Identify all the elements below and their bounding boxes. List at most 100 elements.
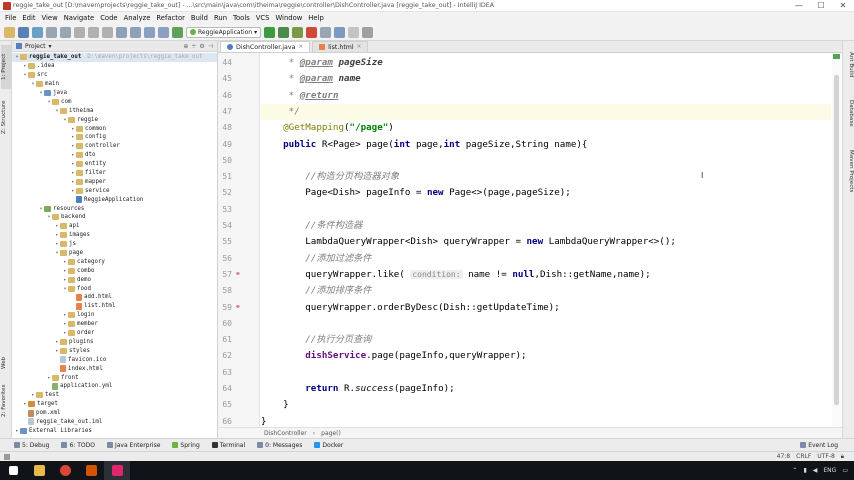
taskbar-explorer[interactable]	[26, 461, 52, 480]
tree-item[interactable]: ▸ target	[12, 400, 217, 409]
code-line[interactable]: //条件构造器	[261, 218, 831, 234]
code-line[interactable]: Page<Dish> pageInfo = new Page<>(page,pa…	[261, 185, 831, 201]
code-line[interactable]: LambdaQueryWrapper<Dish> queryWrapper = …	[261, 234, 831, 250]
code-line[interactable]: * @param name	[261, 71, 831, 87]
sync-icon[interactable]: ⊕	[183, 43, 188, 50]
tree-item[interactable]: ▸ js	[12, 240, 217, 249]
close-button[interactable]: ✕	[832, 1, 854, 10]
tree-item[interactable]: ▾ backend	[12, 213, 217, 222]
taskbar-app[interactable]	[78, 461, 104, 480]
copy-icon[interactable]	[88, 26, 99, 38]
close-tab-icon[interactable]: ✕	[298, 44, 303, 50]
tab-ant-build[interactable]: Ant Build	[844, 45, 854, 85]
code-line[interactable]: //构造分页构造器对象	[261, 169, 831, 185]
start-button[interactable]	[0, 461, 26, 480]
run-icon[interactable]	[264, 26, 276, 38]
tree-item[interactable]: ▸ External Libraries	[12, 426, 217, 435]
replace-icon[interactable]	[130, 26, 141, 38]
tree-item[interactable]: ▾ resources	[12, 204, 217, 213]
tab-web-tool[interactable]: Web	[1, 353, 11, 373]
tree-item[interactable]: ▾ page	[12, 249, 217, 258]
build-icon[interactable]	[172, 26, 183, 38]
debug-tool-button[interactable]: 5: Debug	[14, 442, 49, 449]
code-line[interactable]: queryWrapper.like( condition: name != nu…	[261, 267, 831, 283]
collapse-icon[interactable]: ÷	[191, 43, 196, 50]
scrollbar-thumb[interactable]	[834, 75, 839, 405]
code-line[interactable]	[261, 365, 831, 381]
tree-item[interactable]: ▸ front	[12, 373, 217, 382]
tree-item[interactable]: ▸ images	[12, 231, 217, 240]
tray-chevron-icon[interactable]: ⌃	[792, 467, 797, 474]
tree-item[interactable]: ▸ demo	[12, 275, 217, 284]
code-line[interactable]: queryWrapper.orderByDesc(Dish::getUpdate…	[261, 300, 831, 316]
tree-item[interactable]: index.html	[12, 364, 217, 373]
menu-refactor[interactable]: Refactor	[153, 14, 188, 22]
tree-item[interactable]: ReggieApplication	[12, 195, 217, 204]
notification-icon[interactable]: ▭	[842, 467, 848, 474]
cut-icon[interactable]	[74, 26, 85, 38]
tree-item[interactable]: ▸ styles	[12, 346, 217, 355]
tree-item[interactable]: ▸ combo	[12, 266, 217, 275]
tree-item[interactable]: ▸ common	[12, 124, 217, 133]
tree-item[interactable]: ▾ reggie	[12, 115, 217, 124]
redo-icon[interactable]	[60, 26, 71, 38]
tab-favorites-tool[interactable]: 2: Favorites	[1, 381, 11, 421]
java-enterprise-tool-button[interactable]: Java Enterprise	[106, 442, 160, 449]
code-line[interactable]: dishService.page(pageInfo,queryWrapper);	[261, 348, 831, 364]
editor-scrollbar[interactable]	[832, 53, 841, 427]
tree-item[interactable]: application.yml	[12, 382, 217, 391]
tree-item[interactable]: ▸ controller	[12, 142, 217, 151]
menu-vcs[interactable]: VCS	[253, 14, 273, 22]
code-line[interactable]: * @return	[261, 88, 831, 104]
input-language[interactable]: ENG	[823, 467, 836, 474]
menu-run[interactable]: Run	[211, 14, 230, 22]
help-icon[interactable]	[348, 26, 360, 38]
tree-item[interactable]: ▸ test	[12, 391, 217, 400]
tab-structure-tool[interactable]: Z: Structure	[1, 97, 11, 137]
tab-database[interactable]: Database	[844, 93, 854, 133]
tree-item[interactable]: ▸ member	[12, 320, 217, 329]
code-area[interactable]: * @param pageSize * @param name * @retur…	[261, 53, 831, 427]
lock-icon[interactable]: 🔒︎	[841, 453, 844, 461]
tree-item[interactable]: reggie_take_out.iml	[12, 418, 217, 427]
tree-item[interactable]: ▾ itheima	[12, 106, 217, 115]
chevron-down-icon[interactable]: ▾	[49, 43, 52, 50]
status-layout-icon[interactable]	[4, 453, 10, 460]
tree-item[interactable]: list.html	[12, 302, 217, 311]
code-line[interactable]: */	[261, 103, 831, 120]
inspection-status-icon[interactable]	[833, 54, 840, 59]
tree-item[interactable]: ▸ filter	[12, 169, 217, 178]
tab-list-html[interactable]: list.html ✕	[312, 41, 369, 52]
menu-build[interactable]: Build	[188, 14, 211, 22]
network-icon[interactable]: ▮	[803, 467, 806, 474]
sdk-icon[interactable]	[334, 26, 346, 38]
menu-tools[interactable]: Tools	[230, 14, 253, 22]
tree-item[interactable]: add.html	[12, 293, 217, 302]
code-line[interactable]: @GetMapping("/page")	[261, 120, 831, 136]
tree-item[interactable]: ▾ com	[12, 97, 217, 106]
tab-project-tool[interactable]: 1: Project	[1, 45, 11, 89]
code-line[interactable]: //添加过滤条件	[261, 251, 831, 267]
back-icon[interactable]	[144, 26, 155, 38]
gear-icon[interactable]: ⚙	[199, 43, 204, 50]
undo-icon[interactable]	[46, 26, 57, 38]
menu-navigate[interactable]: Navigate	[61, 14, 98, 22]
tree-item[interactable]: ▸ login	[12, 311, 217, 320]
project-structure-icon[interactable]	[320, 26, 332, 38]
open-folder-icon[interactable]	[4, 26, 15, 38]
find-icon[interactable]	[116, 26, 127, 38]
breadcrumb-method[interactable]: page()	[321, 430, 341, 437]
code-line[interactable]	[261, 153, 831, 169]
event-log-button[interactable]: Event Log	[800, 442, 854, 449]
tree-item[interactable]: ▸ plugins	[12, 338, 217, 347]
tree-item[interactable]: ▾ src	[12, 71, 217, 80]
code-line[interactable]: //执行分页查询	[261, 332, 831, 348]
tree-item[interactable]: ▸ service	[12, 186, 217, 195]
tree-item[interactable]: ▾ main	[12, 80, 217, 89]
docker-tool-button[interactable]: Docker	[314, 442, 343, 449]
forward-icon[interactable]	[158, 26, 169, 38]
debug-icon[interactable]	[278, 26, 290, 38]
tab-maven-projects[interactable]: Maven Projects	[844, 141, 854, 201]
line-separator[interactable]: CRLF	[796, 453, 811, 461]
menu-help[interactable]: Help	[305, 14, 327, 22]
